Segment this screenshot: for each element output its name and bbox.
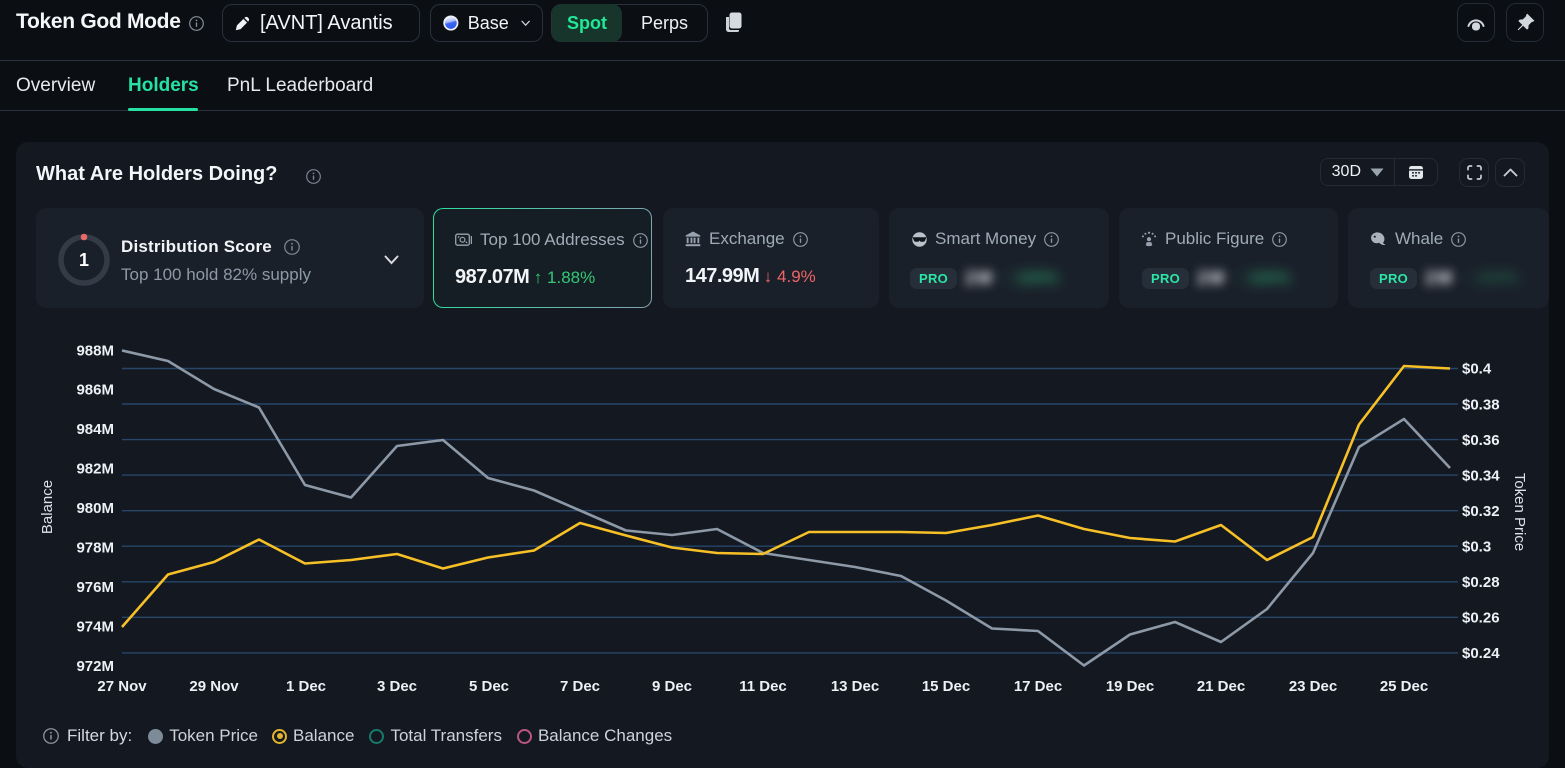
svg-text:976M: 976M: [76, 579, 114, 596]
svg-text:1 Dec: 1 Dec: [286, 678, 326, 695]
svg-text:974M: 974M: [76, 619, 114, 636]
svg-text:3 Dec: 3 Dec: [377, 678, 417, 695]
svg-text:$0.3: $0.3: [1462, 539, 1491, 556]
svg-text:978M: 978M: [76, 540, 114, 557]
svg-text:982M: 982M: [76, 461, 114, 478]
svg-text:13 Dec: 13 Dec: [831, 678, 879, 695]
svg-text:29 Nov: 29 Nov: [189, 678, 239, 695]
svg-text:27 Nov: 27 Nov: [97, 678, 147, 695]
svg-text:986M: 986M: [76, 382, 114, 399]
svg-text:$0.36: $0.36: [1462, 432, 1500, 449]
svg-text:9 Dec: 9 Dec: [652, 678, 692, 695]
svg-text:988M: 988M: [76, 343, 114, 360]
svg-text:$0.24: $0.24: [1462, 645, 1500, 662]
svg-text:$0.32: $0.32: [1462, 503, 1500, 520]
svg-text:$0.4: $0.4: [1462, 361, 1492, 378]
svg-text:Token Price: Token Price: [1511, 473, 1528, 551]
svg-text:21 Dec: 21 Dec: [1197, 678, 1245, 695]
svg-text:$0.34: $0.34: [1462, 468, 1500, 485]
svg-text:23 Dec: 23 Dec: [1289, 678, 1337, 695]
svg-text:5 Dec: 5 Dec: [469, 678, 509, 695]
svg-text:$0.28: $0.28: [1462, 574, 1500, 591]
svg-text:19 Dec: 19 Dec: [1106, 678, 1154, 695]
svg-text:11 Dec: 11 Dec: [739, 678, 787, 695]
svg-text:984M: 984M: [76, 421, 114, 438]
svg-text:972M: 972M: [76, 658, 114, 675]
svg-text:$0.26: $0.26: [1462, 610, 1500, 627]
svg-text:$0.38: $0.38: [1462, 397, 1500, 414]
svg-text:25 Dec: 25 Dec: [1380, 678, 1428, 695]
svg-text:Balance: Balance: [39, 480, 56, 534]
svg-text:15 Dec: 15 Dec: [922, 678, 970, 695]
svg-text:7 Dec: 7 Dec: [560, 678, 600, 695]
svg-text:980M: 980M: [76, 500, 114, 517]
svg-text:17 Dec: 17 Dec: [1014, 678, 1062, 695]
